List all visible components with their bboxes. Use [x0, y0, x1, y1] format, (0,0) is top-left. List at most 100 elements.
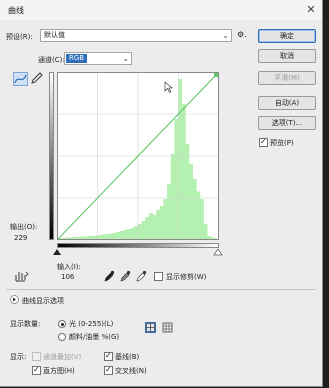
input-gradient-bar [57, 243, 219, 248]
histogram-bar [188, 164, 193, 239]
section-divider [6, 289, 316, 290]
histogram-bar [214, 238, 219, 239]
pencil-tool[interactable] [30, 72, 45, 86]
histogram-bar [65, 237, 70, 239]
channel-overlay-checkbox[interactable] [32, 352, 41, 361]
detailed-grid-icon [162, 322, 173, 333]
input-value[interactable]: 106 [61, 273, 74, 281]
histogram-bar [79, 236, 84, 239]
channel-value: RGB [66, 54, 88, 63]
histogram-bar [203, 224, 208, 239]
baseline-label: 基线(B) [115, 353, 140, 361]
histogram-bar [101, 234, 106, 239]
light-radio-label: 光 (0-255)(L) [69, 320, 114, 328]
show-clipping-checkbox[interactable] [154, 272, 163, 281]
histogram-bar [112, 233, 117, 239]
pigment-radio-label: 颜料/油墨 %(G) [69, 333, 120, 341]
options-button[interactable]: 选项(T)... [258, 116, 316, 130]
channel-overlay-label: 通道叠加(V) [43, 353, 82, 361]
histogram-bar [119, 231, 124, 239]
histogram-bar [207, 236, 212, 239]
title-bar[interactable]: 曲线 ✕ [0, 0, 322, 20]
white-point-slider[interactable] [213, 249, 223, 256]
output-gradient-bar [49, 72, 54, 240]
histogram-checkbox[interactable] [32, 365, 41, 375]
preset-label: 预设(R): [6, 33, 33, 41]
curves-dialog: 曲线 ✕ 预设(R): 默认值 ⌄ ⚙. 通道(C): RGB ⌄ 输出(O):… [0, 0, 323, 387]
collapse-toggle-icon[interactable] [10, 295, 19, 304]
output-value[interactable]: 229 [14, 234, 27, 242]
preset-options-icon[interactable]: ⚙. [237, 30, 247, 39]
histogram-bar [167, 184, 172, 239]
simple-grid-button[interactable] [145, 322, 156, 333]
detailed-grid-button[interactable] [162, 322, 173, 333]
histogram-bar [61, 238, 66, 239]
histogram-bar [130, 228, 135, 239]
histogram-bar [83, 236, 88, 239]
histogram-bar [98, 235, 103, 239]
show-clipping-label: 显示修剪(W) [166, 273, 207, 281]
white-eyedropper-icon[interactable] [135, 270, 147, 282]
histogram-bar [148, 213, 153, 239]
output-label: 输出(O): [10, 223, 38, 231]
simple-grid-icon [146, 323, 155, 332]
chevron-down-icon: ⌄ [122, 54, 129, 63]
hand-adjust-icon[interactable] [13, 270, 29, 283]
histogram-bar [174, 119, 179, 239]
channel-label: 通道(C): [38, 56, 65, 64]
histogram-bar [181, 104, 186, 239]
intersection-line-label: 交叉线(N) [115, 367, 147, 375]
histogram-bar [156, 210, 161, 239]
pigment-radio[interactable] [58, 333, 66, 341]
histogram-bar [123, 230, 128, 239]
histogram-bar [116, 232, 121, 239]
curves-graph[interactable] [57, 72, 219, 240]
histogram-bar [170, 154, 175, 239]
histogram-bar [87, 236, 92, 239]
black-eyedropper-icon[interactable] [103, 270, 115, 282]
histogram-bar [105, 234, 110, 239]
cancel-button[interactable]: 取消 [258, 49, 316, 63]
black-point-slider[interactable] [53, 249, 61, 255]
pencil-icon [31, 72, 43, 84]
preset-value: 默认值 [44, 31, 65, 39]
preview-label: 预览(P) [270, 139, 294, 147]
histogram-bar [72, 237, 77, 239]
smooth-button[interactable]: 平滑(M) [258, 71, 316, 85]
light-radio[interactable] [58, 320, 66, 328]
display-options-heading: 曲线显示选项 [22, 297, 64, 305]
preview-checkbox[interactable] [259, 137, 268, 147]
curve-icon [14, 74, 27, 84]
show-amount-label: 显示数量: [10, 320, 41, 328]
baseline-checkbox[interactable] [104, 351, 113, 361]
gray-eyedropper-icon[interactable] [119, 270, 131, 282]
histogram-bar [152, 215, 157, 239]
histogram-bar [127, 229, 132, 239]
histogram-bar [159, 206, 164, 239]
histogram-bar [108, 233, 113, 239]
histogram-label: 直方图(H) [43, 367, 75, 375]
histogram-bar [196, 191, 201, 239]
channel-select[interactable]: RGB ⌄ [64, 52, 132, 65]
histogram-bar [163, 199, 168, 239]
histogram-bar [145, 217, 150, 239]
intersection-line-checkbox[interactable] [104, 365, 113, 375]
window-title: 曲线 [8, 6, 24, 15]
histogram-bar [90, 236, 95, 239]
preset-select[interactable]: 默认值 ⌄ [40, 29, 232, 42]
histogram-bar [185, 144, 190, 239]
histogram-bar [210, 237, 215, 239]
histogram-bar [192, 179, 197, 239]
histogram-bar [141, 221, 146, 239]
close-icon[interactable]: ✕ [303, 2, 319, 18]
auto-button[interactable]: 自动(A) [258, 96, 316, 110]
chevron-down-icon: ⌄ [222, 31, 229, 40]
curve-end-point[interactable] [214, 73, 218, 77]
histogram-bar [138, 224, 143, 239]
show-label: 显示: [10, 353, 27, 361]
histogram-bar [68, 237, 73, 239]
histogram-bar [76, 237, 81, 239]
input-label: 输入(I): [57, 263, 81, 271]
ok-button[interactable]: 确定 [258, 29, 316, 43]
curve-point-tool[interactable] [13, 72, 28, 86]
